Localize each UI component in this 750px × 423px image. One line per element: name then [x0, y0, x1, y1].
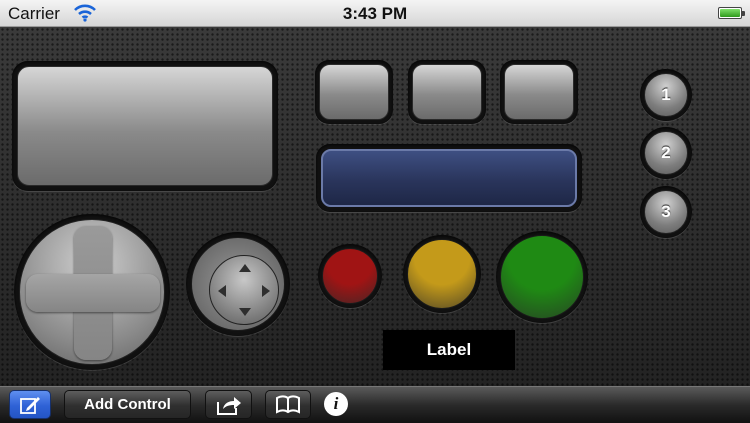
square-button-3-bezel	[500, 60, 578, 124]
controller-canvas: 1 2 3 Label	[0, 27, 750, 386]
square-button-3[interactable]	[504, 64, 574, 120]
dpad-bezel	[14, 214, 170, 370]
red-button-bezel	[318, 244, 382, 308]
status-time: 3:43 PM	[342, 4, 408, 23]
number-button-2-bezel: 2	[640, 127, 692, 179]
number-button-1[interactable]: 1	[644, 73, 688, 117]
arrow-down-icon	[239, 308, 251, 316]
yellow-button-bezel	[403, 235, 481, 313]
arrow-left-icon	[218, 285, 226, 297]
display-button[interactable]	[321, 149, 577, 207]
edit-icon	[20, 397, 40, 414]
book-button[interactable]	[265, 390, 311, 419]
touchpad-button[interactable]	[17, 66, 273, 186]
share-button[interactable]	[205, 390, 252, 419]
arrow-right-icon	[262, 285, 270, 297]
number-button-3-bezel: 3	[640, 186, 692, 238]
joystick-ring	[191, 237, 285, 331]
number-button-1-bezel: 1	[640, 69, 692, 121]
square-button-2-bezel	[408, 60, 486, 124]
number-button-2[interactable]: 2	[644, 131, 688, 175]
green-button[interactable]	[500, 235, 584, 319]
square-button-1-bezel	[315, 60, 393, 124]
red-button[interactable]	[322, 248, 378, 304]
dpad[interactable]	[19, 219, 165, 365]
status-bar: Carrier 3:43 PM	[0, 0, 750, 27]
bottom-toolbar: Add Control i	[0, 386, 750, 423]
arrow-up-icon	[239, 264, 251, 272]
square-button-1[interactable]	[319, 64, 389, 120]
yellow-button[interactable]	[407, 239, 477, 309]
square-button-2[interactable]	[412, 64, 482, 120]
info-icon[interactable]: i	[324, 392, 348, 416]
display-bezel	[316, 144, 582, 212]
share-icon	[216, 397, 241, 415]
dpad-horizontal-arm	[26, 274, 160, 312]
green-button-bezel	[496, 231, 588, 323]
number-button-3[interactable]: 3	[644, 190, 688, 234]
joystick-bezel	[186, 232, 290, 336]
add-control-button[interactable]: Add Control	[64, 390, 191, 419]
joystick-knob[interactable]	[209, 255, 279, 325]
book-icon	[276, 395, 300, 414]
label-display: Label	[383, 330, 515, 370]
edit-button[interactable]	[9, 390, 51, 419]
battery-icon	[718, 7, 745, 19]
touchpad-bezel	[12, 61, 278, 191]
